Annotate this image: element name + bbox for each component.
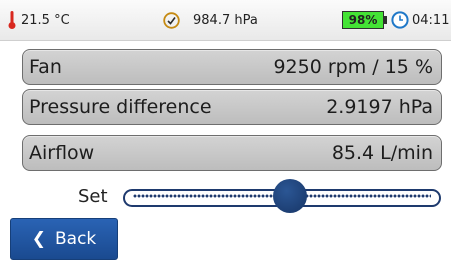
airflow-value: 85.4 L/min (331, 142, 433, 164)
fan-readout: Fan 9250 rpm / 15 % (22, 49, 442, 85)
pressure-difference-readout: Pressure difference 2.9197 hPa (22, 89, 442, 125)
time-value: 04:11 PM (412, 12, 451, 28)
pressure-value: 984.7 hPa (193, 12, 258, 28)
set-slider[interactable] (123, 179, 441, 213)
fan-value: 9250 rpm / 15 % (273, 56, 433, 78)
pressure-status: 984.7 hPa (163, 0, 258, 40)
airflow-label: Airflow (29, 142, 95, 164)
clock-icon (391, 11, 409, 29)
temperature-status: 21.5 °C (8, 0, 70, 40)
airflow-readout: Airflow 85.4 L/min (22, 135, 442, 171)
fan-label: Fan (29, 56, 62, 78)
back-button[interactable]: ❮ Back (10, 218, 118, 260)
gauge-icon (163, 11, 180, 29)
chevron-left-icon: ❮ (31, 229, 46, 249)
pressure-difference-label: Pressure difference (29, 96, 212, 118)
time-status: 04:11 PM (391, 0, 451, 40)
back-label: Back (54, 229, 97, 249)
battery-percent: 98% (348, 13, 378, 27)
pressure-difference-value: 2.9197 hPa (326, 96, 433, 118)
status-bar: 21.5 °C 984.7 hPa 98% 04:11 PM (0, 0, 451, 41)
thermometer-icon (8, 11, 16, 29)
temperature-value: 21.5 °C (21, 12, 70, 28)
slider-handle[interactable] (273, 179, 308, 213)
battery-status: 98% (342, 0, 387, 40)
set-label: Set (78, 186, 108, 207)
battery-icon: 98% (342, 11, 384, 29)
battery-tip (384, 16, 387, 24)
